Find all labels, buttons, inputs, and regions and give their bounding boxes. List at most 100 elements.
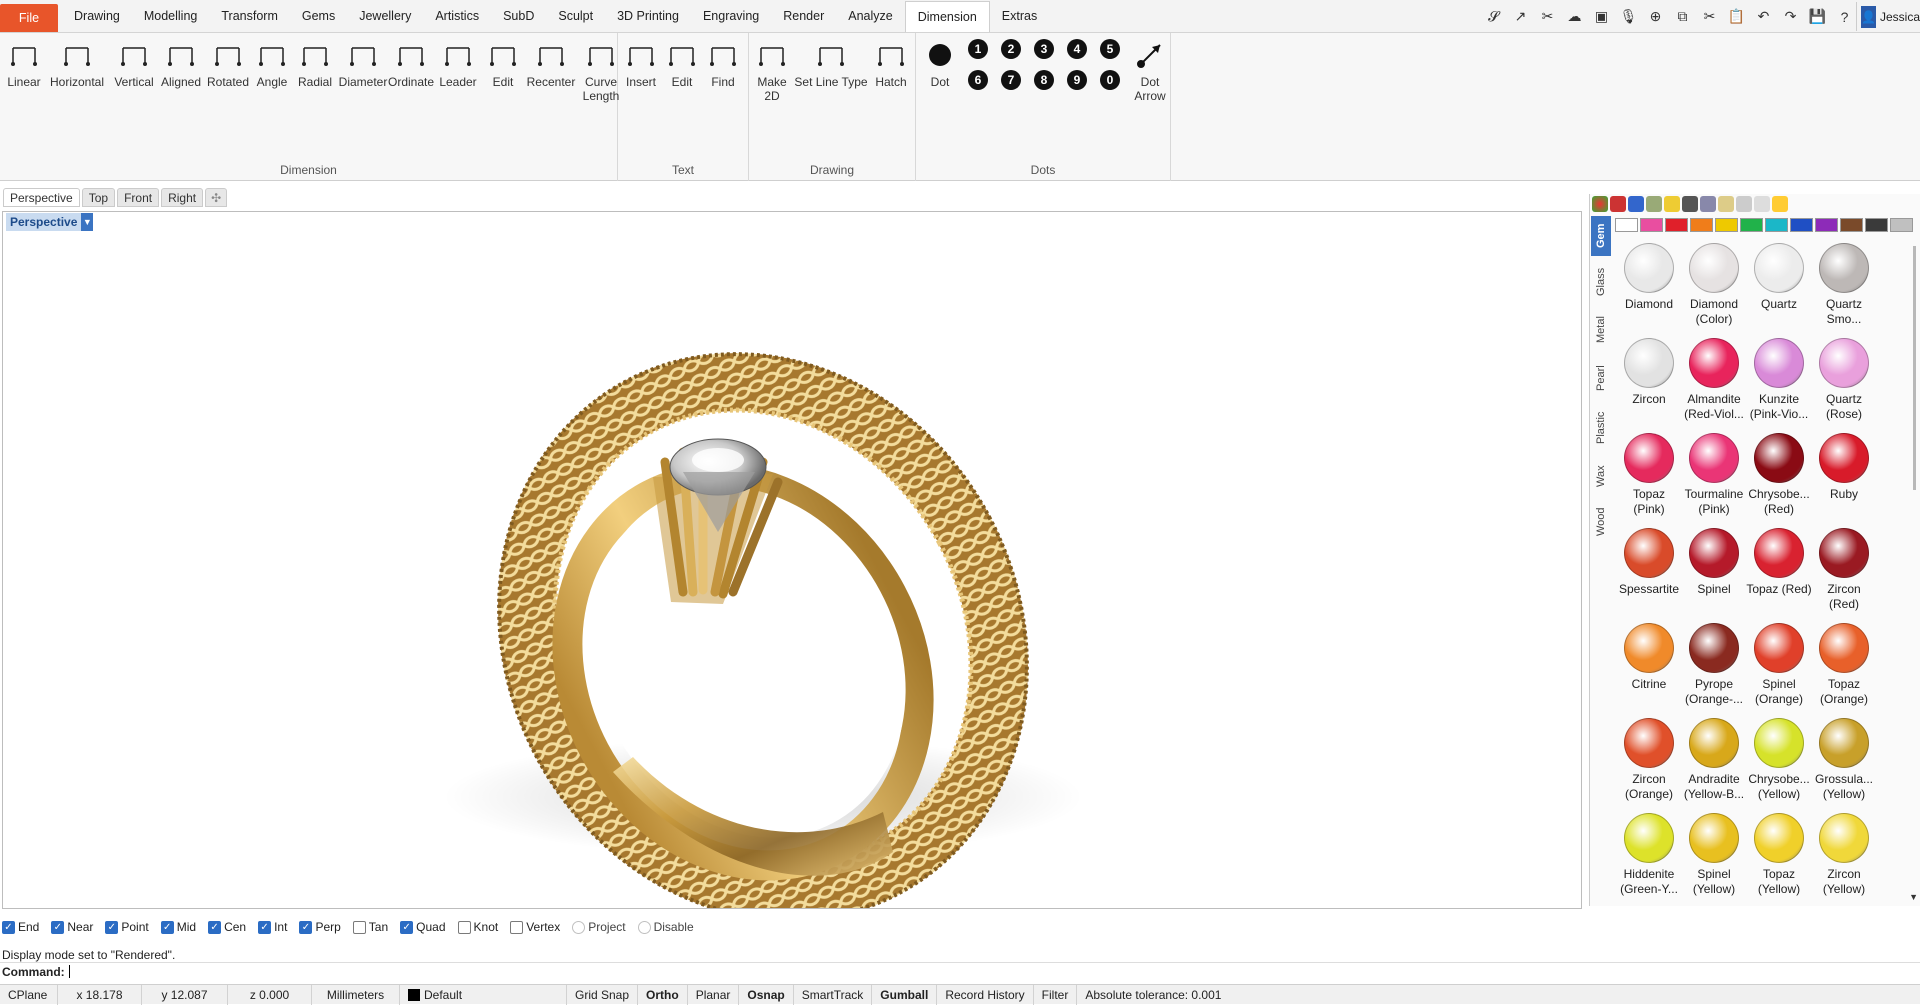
osnap-checkbox[interactable]: ✓ <box>258 920 272 934</box>
gem-item-topaz-orange[interactable]: Topaz (Orange) <box>1811 623 1877 707</box>
tool-leader[interactable]: Leader <box>434 35 482 89</box>
layout-icon[interactable] <box>1754 196 1770 212</box>
osnap-perp[interactable]: ✓ Perp <box>299 920 341 934</box>
dot-number-9[interactable]: 9 <box>1067 70 1087 90</box>
grid-snap-toggle[interactable]: Grid Snap <box>567 984 639 1005</box>
material-icon[interactable] <box>1610 196 1626 212</box>
osnap-tan[interactable]: Tan <box>352 920 388 934</box>
gem-item-citrine[interactable]: Citrine <box>1616 623 1682 692</box>
osnap-knot[interactable]: Knot <box>457 920 498 934</box>
menu-item-gems[interactable]: Gems <box>290 0 347 32</box>
cplane-button[interactable]: CPlane <box>0 984 58 1005</box>
osnap-disable[interactable]: Disable <box>637 920 694 934</box>
record-history-toggle[interactable]: Record History <box>937 984 1034 1005</box>
gem-item-grossula-yellow[interactable]: Grossula... (Yellow) <box>1811 718 1877 802</box>
command-input[interactable] <box>68 965 70 978</box>
layer-button[interactable]: Default <box>400 984 567 1005</box>
menu-item-modelling[interactable]: Modelling <box>132 0 210 32</box>
planar-toggle[interactable]: Planar <box>688 984 740 1005</box>
menu-item-analyze[interactable]: Analyze <box>836 0 904 32</box>
osnap-checkbox[interactable] <box>572 920 586 934</box>
menu-item-3d-printing[interactable]: 3D Printing <box>605 0 691 32</box>
help-icon[interactable]: ? <box>1833 5 1856 28</box>
osnap-cen[interactable]: ✓ Cen <box>208 920 246 934</box>
dot-number-4[interactable]: 4 <box>1067 39 1087 59</box>
dot-number-6[interactable]: 6 <box>968 70 988 90</box>
side-tab-plastic[interactable]: Plastic <box>1591 404 1611 452</box>
side-tab-wood[interactable]: Wood <box>1591 500 1611 544</box>
osnap-checkbox[interactable] <box>637 920 651 934</box>
menu-item-render[interactable]: Render <box>771 0 836 32</box>
color-swatch[interactable] <box>1640 218 1663 232</box>
tool-edit[interactable]: Edit <box>482 35 524 89</box>
osnap-checkbox[interactable] <box>510 920 524 934</box>
side-tab-pearl[interactable]: Pearl <box>1591 356 1611 400</box>
side-tab-metal[interactable]: Metal <box>1591 308 1611 352</box>
gem-item-spinel-orange[interactable]: Spinel (Orange) <box>1746 623 1812 707</box>
settings-icon[interactable] <box>1700 196 1716 212</box>
osnap-point[interactable]: ✓ Point <box>105 920 149 934</box>
gem-item-spessartite[interactable]: Spessartite <box>1616 528 1682 597</box>
copy-icon[interactable]: ⧉ <box>1671 5 1694 28</box>
menu-item-extras[interactable]: Extras <box>990 0 1049 32</box>
osnap-mid[interactable]: ✓ Mid <box>160 920 196 934</box>
dot-number-1[interactable]: 1 <box>968 39 988 59</box>
dot-number-0[interactable]: 0 <box>1100 70 1120 90</box>
color-swatch[interactable] <box>1715 218 1738 232</box>
tab-perspective[interactable]: Perspective <box>3 188 80 207</box>
osnap-checkbox[interactable]: ✓ <box>208 920 222 934</box>
light-icon[interactable] <box>1664 196 1680 212</box>
command-line[interactable]: Command: <box>0 962 1920 980</box>
gem-item-spinel-yellow[interactable]: Spinel (Yellow) <box>1681 813 1747 897</box>
menu-item-engraving[interactable]: Engraving <box>691 0 771 32</box>
osnap-checkbox[interactable]: ✓ <box>105 920 119 934</box>
environment-icon[interactable] <box>1628 196 1644 212</box>
gem-item-ruby[interactable]: Ruby <box>1811 433 1877 502</box>
gem-item-pyrope-orange[interactable]: Pyrope (Orange-... <box>1681 623 1747 707</box>
tab-right[interactable]: Right <box>161 188 204 207</box>
menu-item-transform[interactable]: Transform <box>209 0 290 32</box>
color-swatch[interactable] <box>1665 218 1688 232</box>
gem-item-diamond[interactable]: Diamond <box>1616 243 1682 312</box>
tool-edit[interactable]: Edit <box>662 35 702 89</box>
tool-insert[interactable]: Insert <box>620 35 662 89</box>
tool-find[interactable]: Find <box>702 35 744 89</box>
gem-item-tourmaline-pink[interactable]: Tourmaline (Pink) <box>1681 433 1747 517</box>
color-swatch[interactable] <box>1615 218 1638 232</box>
gem-item-almandite-red-viol[interactable]: Almandite (Red-Viol... <box>1681 338 1747 422</box>
osnap-near[interactable]: ✓ Near <box>51 920 93 934</box>
curve-edit-icon[interactable]: ↗ <box>1509 5 1532 28</box>
gem-item-diamond-color[interactable]: Diamond (Color) <box>1681 243 1747 327</box>
gem-item-zircon-yellow[interactable]: Zircon (Yellow) <box>1811 813 1877 897</box>
osnap-end[interactable]: ✓ End <box>2 920 39 934</box>
osnap-checkbox[interactable] <box>352 920 366 934</box>
scissors-icon[interactable]: ✂ <box>1698 5 1721 28</box>
tool-rotated[interactable]: Rotated <box>204 35 252 89</box>
ground-plane-icon[interactable] <box>1736 196 1752 212</box>
render-icon[interactable] <box>1682 196 1698 212</box>
gem-item-topaz-yellow[interactable]: Topaz (Yellow) <box>1746 813 1812 897</box>
tool-horizontal[interactable]: Horizontal <box>44 35 110 89</box>
side-tab-glass[interactable]: Glass <box>1591 260 1611 304</box>
smarttrack-toggle[interactable]: SmartTrack <box>794 984 873 1005</box>
perspective-viewport[interactable]: Perspective ▼ <box>2 211 1582 909</box>
menu-item-jewellery[interactable]: Jewellery <box>347 0 423 32</box>
paste-icon[interactable]: 📋 <box>1725 5 1748 28</box>
user-account[interactable]: 👤 Jessica <box>1856 2 1920 31</box>
add-viewport-tab-icon[interactable]: ✣ <box>205 188 228 207</box>
menu-item-subd[interactable]: SubD <box>491 0 546 32</box>
color-wheel-icon[interactable] <box>1592 196 1608 212</box>
scroll-down-icon[interactable]: ▼ <box>1909 892 1918 902</box>
tool-aligned[interactable]: Aligned <box>158 35 204 89</box>
menu-item-artistics[interactable]: Artistics <box>423 0 491 32</box>
tool-ordinate[interactable]: Ordinate <box>388 35 434 89</box>
menu-item-file[interactable]: File <box>0 4 58 32</box>
dot-number-8[interactable]: 8 <box>1034 70 1054 90</box>
menu-item-sculpt[interactable]: Sculpt <box>546 0 605 32</box>
color-swatch[interactable] <box>1890 218 1913 232</box>
gem-item-hiddenite-green-y[interactable]: Hiddenite (Green-Y... <box>1616 813 1682 897</box>
gem-item-kunzite-pink-vio[interactable]: Kunzite (Pink-Vio... <box>1746 338 1812 422</box>
save-icon[interactable]: 💾 <box>1806 5 1829 28</box>
curve-icon[interactable]: 𝓢 <box>1482 5 1505 28</box>
tool-dot[interactable]: Dot <box>920 35 960 89</box>
